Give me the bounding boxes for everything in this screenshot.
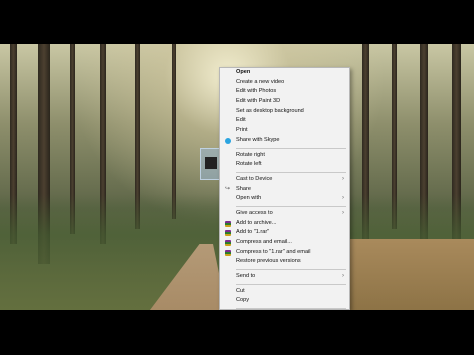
menu-item-label: Open with: [236, 195, 262, 202]
menu-item-print[interactable]: Print: [220, 126, 349, 136]
menu-item-label: Rotate left: [236, 161, 262, 168]
menu-item-create-a-new-video[interactable]: Create a new video: [220, 78, 349, 88]
chevron-right-icon: ›: [342, 175, 344, 182]
menu-item-edit[interactable]: Edit: [220, 116, 349, 126]
context-menu: Open Create a new video Edit with Photos Ed…: [219, 67, 350, 310]
menu-item-label: Edit with Paint 3D: [236, 98, 281, 105]
menu-separator: [236, 171, 346, 173]
chevron-right-icon: ›: [342, 195, 344, 202]
menu-item-label: Compress to "1.rar" and email: [236, 248, 311, 255]
menu-item-compress-and-email[interactable]: Compress and email...: [220, 238, 349, 248]
letterbox-top: [0, 0, 474, 44]
menu-item-share-with-skype[interactable]: Share with Skype: [220, 136, 349, 146]
menu-item-label: Rotate right: [236, 151, 265, 158]
menu-separator: [236, 308, 346, 309]
menu-item-label: Restore previous versions: [236, 258, 301, 265]
menu-item-label: Edit: [236, 117, 246, 124]
menu-item-cut[interactable]: Cut: [220, 287, 349, 297]
menu-item-label: Copy: [236, 297, 250, 304]
skype-icon: [225, 137, 231, 144]
menu-item-label: Set as desktop background: [236, 107, 304, 114]
winrar-icon: [225, 230, 231, 237]
menu-item-open-with[interactable]: Open with ›: [220, 194, 349, 204]
menu-item-label: Share: [236, 185, 251, 192]
letterbox-bottom: [0, 310, 474, 355]
tree-trunk: [172, 44, 176, 219]
menu-item-label: Add to archive...: [236, 219, 277, 226]
menu-item-label: Open: [236, 69, 251, 75]
winrar-icon: [225, 220, 231, 227]
menu-item-add-to-archive[interactable]: Add to archive...: [220, 219, 349, 229]
file-thumbnail: [205, 157, 217, 169]
chevron-right-icon: ›: [342, 209, 344, 216]
menu-item-label: Compress and email...: [236, 239, 292, 245]
winrar-icon: [225, 249, 231, 256]
menu-item-label: Send to: [236, 273, 256, 280]
menu-item-share[interactable]: ↪ Share: [220, 185, 349, 195]
menu-item-copy[interactable]: Copy: [220, 296, 349, 306]
menu-item-send-to[interactable]: Send to ›: [220, 272, 349, 282]
dry-grass: [350, 239, 474, 310]
share-icon: ↪: [225, 185, 231, 192]
menu-item-label: Edit with Photos: [236, 88, 277, 95]
menu-item-rotate-left[interactable]: Rotate left: [220, 160, 349, 170]
menu-item-compress-to-1-rar-and-email[interactable]: Compress to "1.rar" and email: [220, 248, 349, 258]
chevron-right-icon: ›: [342, 273, 344, 280]
menu-item-label: Add to "1.rar": [236, 229, 270, 236]
menu-separator: [236, 269, 346, 271]
menu-item-restore-previous-versions[interactable]: Restore previous versions: [220, 257, 349, 267]
menu-item-cast-to-device[interactable]: Cast to Device ›: [220, 175, 349, 185]
menu-separator: [236, 283, 346, 285]
menu-item-label: Give access to: [236, 209, 273, 216]
menu-item-set-as-desktop-background[interactable]: Set as desktop background: [220, 107, 349, 117]
menu-separator: [236, 205, 346, 207]
menu-item-open[interactable]: Open: [220, 68, 349, 78]
menu-item-edit-with-photos[interactable]: Edit with Photos: [220, 87, 349, 97]
menu-item-label: Create a new video: [236, 78, 285, 85]
winrar-icon: [225, 240, 231, 246]
menu-item-label: Cut: [236, 287, 245, 294]
menu-item-label: Print: [236, 127, 248, 134]
menu-item-label: Cast to Device: [236, 175, 273, 182]
menu-item-add-to-1-rar[interactable]: Add to "1.rar": [220, 228, 349, 238]
menu-item-give-access-to[interactable]: Give access to ›: [220, 209, 349, 219]
menu-item-label: Share with Skype: [236, 136, 280, 143]
menu-separator: [236, 147, 346, 149]
menu-item-edit-with-paint-3d[interactable]: Edit with Paint 3D: [220, 97, 349, 107]
menu-item-rotate-right[interactable]: Rotate right: [220, 151, 349, 161]
